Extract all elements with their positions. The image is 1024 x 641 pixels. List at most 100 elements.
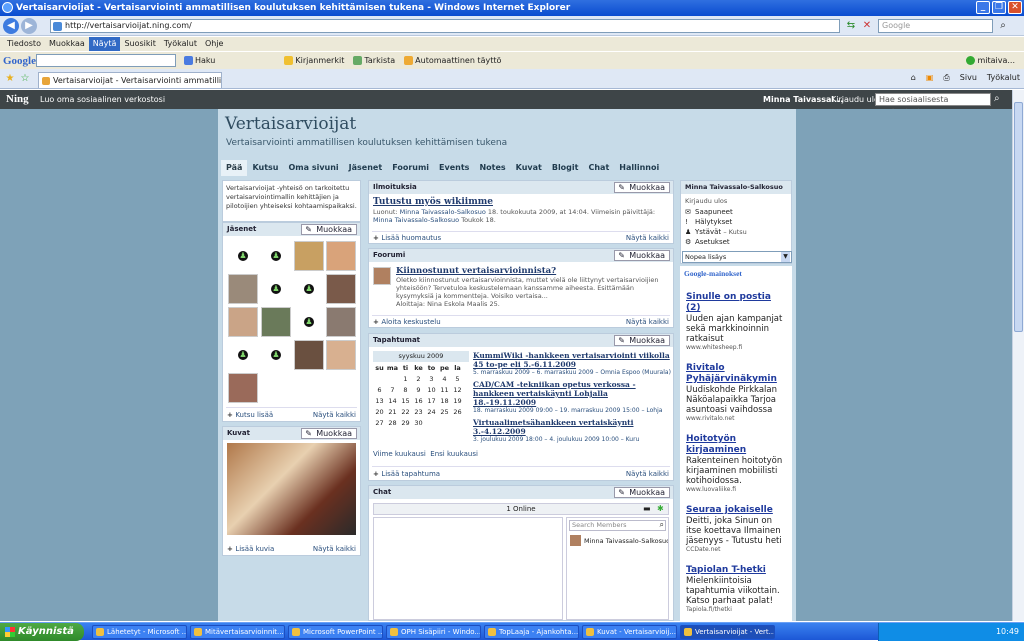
calendar-day[interactable]: 19	[451, 395, 464, 406]
next-month-link[interactable]: Ensi kuukausi	[430, 450, 478, 458]
author-link[interactable]: Minna Taivassalo-Salkosuo	[400, 208, 486, 216]
nav-tab[interactable]: Chat	[583, 160, 614, 176]
forum-post-title[interactable]: Kiinnostunut vertaisarvioinnista?	[396, 266, 556, 276]
profile-link[interactable]: ! Hälytykset	[685, 217, 747, 227]
calendar-day[interactable]: 28	[386, 417, 399, 428]
calendar-day[interactable]: 22	[399, 406, 412, 417]
calendar-day[interactable]: 1	[399, 373, 412, 384]
go-icon[interactable]: ⇆	[844, 19, 858, 33]
chat-settings-icon[interactable]: ✱	[657, 504, 664, 513]
default-avatar-icon[interactable]: ♟	[238, 350, 248, 360]
ad-item[interactable]: Rivitalo Pyhäjärvinäkymin Uudiskohde Pirk…	[686, 363, 786, 422]
search-icon[interactable]: ⌕	[660, 520, 664, 530]
calendar-day[interactable]: 15	[399, 395, 412, 406]
site-title[interactable]: Vertaisarvioijat	[225, 114, 356, 134]
nav-tab[interactable]: Kutsu	[247, 160, 283, 176]
forward-button[interactable]: ▶	[21, 18, 37, 34]
nav-tab[interactable]: Foorumi	[387, 160, 434, 176]
member-avatar[interactable]	[294, 241, 324, 271]
ad-title[interactable]: Hoitotyön kirjaaminen	[686, 434, 786, 456]
taskbar-task[interactable]: Lähetetyt - Microsoft ...	[92, 625, 187, 639]
calendar-day[interactable]: 14	[386, 395, 399, 406]
calendar-day[interactable]: 29	[399, 417, 412, 428]
profile-link[interactable]: ♟ Ystävät – Kutsu	[685, 227, 747, 237]
ad-url[interactable]: www.luovaliike.fi	[686, 486, 786, 493]
taskbar-task[interactable]: Microsoft PowerPoint ...	[288, 625, 383, 639]
start-button[interactable]: Käynnistä	[0, 623, 84, 641]
ad-title[interactable]: Seuraa jokaiselle	[686, 505, 786, 516]
calendar-day[interactable]: 17	[425, 395, 438, 406]
menu-item[interactable]: Muokkaa	[45, 37, 89, 51]
member-avatar[interactable]	[326, 274, 356, 304]
ning-tagline[interactable]: Luo oma sosiaalinen verkostosi	[40, 95, 165, 104]
nav-tab[interactable]: Notes	[474, 160, 510, 176]
ad-url[interactable]: www.rivitalo.net	[686, 415, 786, 422]
event-title[interactable]: Virtuaalimetsähankkeen vertaiskäynti 3.-…	[473, 418, 671, 436]
event-date-link[interactable]: 3. joulukuu 2009 18:00 – 4. joulukuu 200…	[473, 436, 624, 443]
event-title[interactable]: KummiWiki -hankkeen vertaisarviointi vii…	[473, 351, 671, 369]
favorites-star-icon[interactable]: ★	[3, 72, 17, 86]
calendar-day[interactable]: 12	[451, 384, 464, 395]
member-avatar[interactable]	[228, 274, 258, 304]
google-spellcheck-button[interactable]: Tarkista	[353, 56, 395, 65]
ning-search-input[interactable]: Hae sosiaalisesta verkostosta	[875, 93, 991, 116]
default-avatar-icon[interactable]: ♟	[304, 284, 314, 294]
forum-show-all-link[interactable]: Näytä kaikki	[626, 318, 669, 326]
calendar-day[interactable]: 6	[373, 384, 386, 395]
calendar-day[interactable]: 10	[425, 384, 438, 395]
previous-month-link[interactable]: Viime kuukausi	[373, 450, 426, 458]
member-avatar[interactable]	[326, 307, 356, 337]
member-avatar[interactable]	[326, 340, 356, 370]
calendar-day[interactable]: 25	[438, 406, 451, 417]
chevron-down-icon[interactable]: ▼	[781, 252, 790, 262]
nav-tab[interactable]: Events	[434, 160, 474, 176]
taskbar-task[interactable]: Mitävertaisarvioinnit...	[190, 625, 285, 639]
calendar-day[interactable]: 13	[373, 395, 386, 406]
taskbar-task[interactable]: TopLaaja - Ajankohta...	[484, 625, 579, 639]
member-avatar[interactable]	[326, 241, 356, 271]
member-avatar[interactable]	[294, 340, 324, 370]
ad-item[interactable]: Seuraa jokaiselle Deitti, joka Sinun on i…	[686, 505, 786, 553]
calendar-day[interactable]: 11	[438, 384, 451, 395]
calendar-day[interactable]: 16	[412, 395, 425, 406]
member-avatar[interactable]	[570, 535, 581, 546]
calendar-day[interactable]: 7	[386, 384, 399, 395]
page-menu[interactable]: Sivu	[960, 73, 977, 83]
calendar-day[interactable]: 3	[425, 373, 438, 384]
taskbar-task[interactable]: OPH Sisäpiiri - Windo...	[386, 625, 481, 639]
nav-tab[interactable]: Jäsenet	[344, 160, 388, 176]
invite-more-link[interactable]: Kutsu lisää	[227, 411, 273, 419]
calendar-day[interactable]: 26	[451, 406, 464, 417]
taskbar-task[interactable]: Vertaisarvioijat - Vert...	[680, 625, 775, 639]
calendar-day[interactable]: 24	[425, 406, 438, 417]
ad-title[interactable]: Rivitalo Pyhäjärvinäkymin	[686, 363, 786, 385]
edit-button[interactable]: Muokkaa	[614, 250, 670, 261]
nav-tab[interactable]: Pää	[221, 160, 248, 176]
ad-url[interactable]: www.whitesheep.fi	[686, 344, 786, 351]
member-avatar[interactable]	[261, 307, 291, 337]
members-show-all-link[interactable]: Näytä kaikki	[313, 411, 356, 419]
edit-button[interactable]: Muokkaa	[301, 428, 357, 439]
home-icon[interactable]: ⌂	[911, 73, 916, 83]
calendar-day[interactable]: 18	[438, 395, 451, 406]
event-title[interactable]: CAD/CAM -tekniikan opetus verkossa -hank…	[473, 380, 671, 407]
close-button[interactable]: ✕	[1008, 1, 1022, 14]
start-discussion-link[interactable]: Aloita keskustelu	[373, 318, 441, 326]
calendar-day[interactable]: 5	[451, 373, 464, 384]
chat-bubble-icon[interactable]: ▬	[643, 504, 651, 513]
calendar-day[interactable]: 4	[438, 373, 451, 384]
stop-icon[interactable]: ✕	[860, 19, 874, 33]
event-date-link[interactable]: 18. marraskuu 2009 09:00 – 19. marraskuu…	[473, 407, 644, 414]
default-avatar-icon[interactable]: ♟	[238, 251, 248, 261]
search-icon[interactable]: ⌕	[996, 19, 1010, 33]
nav-tab[interactable]: Kuvat	[511, 160, 547, 176]
ad-item[interactable]: Hoitotyön kirjaaminen Rakenteinen hoitoty…	[686, 434, 786, 493]
menu-item[interactable]: Näytä	[88, 37, 121, 51]
ad-item[interactable]: Sinulle on postia (2) Uuden ajan kampanja…	[686, 292, 786, 351]
calendar-day[interactable]: 2	[412, 373, 425, 384]
events-show-all-link[interactable]: Näytä kaikki	[626, 470, 669, 478]
quick-add-select[interactable]: Nopea lisäys ▼	[682, 251, 792, 263]
edit-button[interactable]: Muokkaa	[614, 487, 670, 498]
google-search-button[interactable]: Haku	[184, 56, 215, 65]
browser-tab[interactable]: Vertaisarvioijat - Vertaisarviointi amma…	[38, 72, 222, 88]
